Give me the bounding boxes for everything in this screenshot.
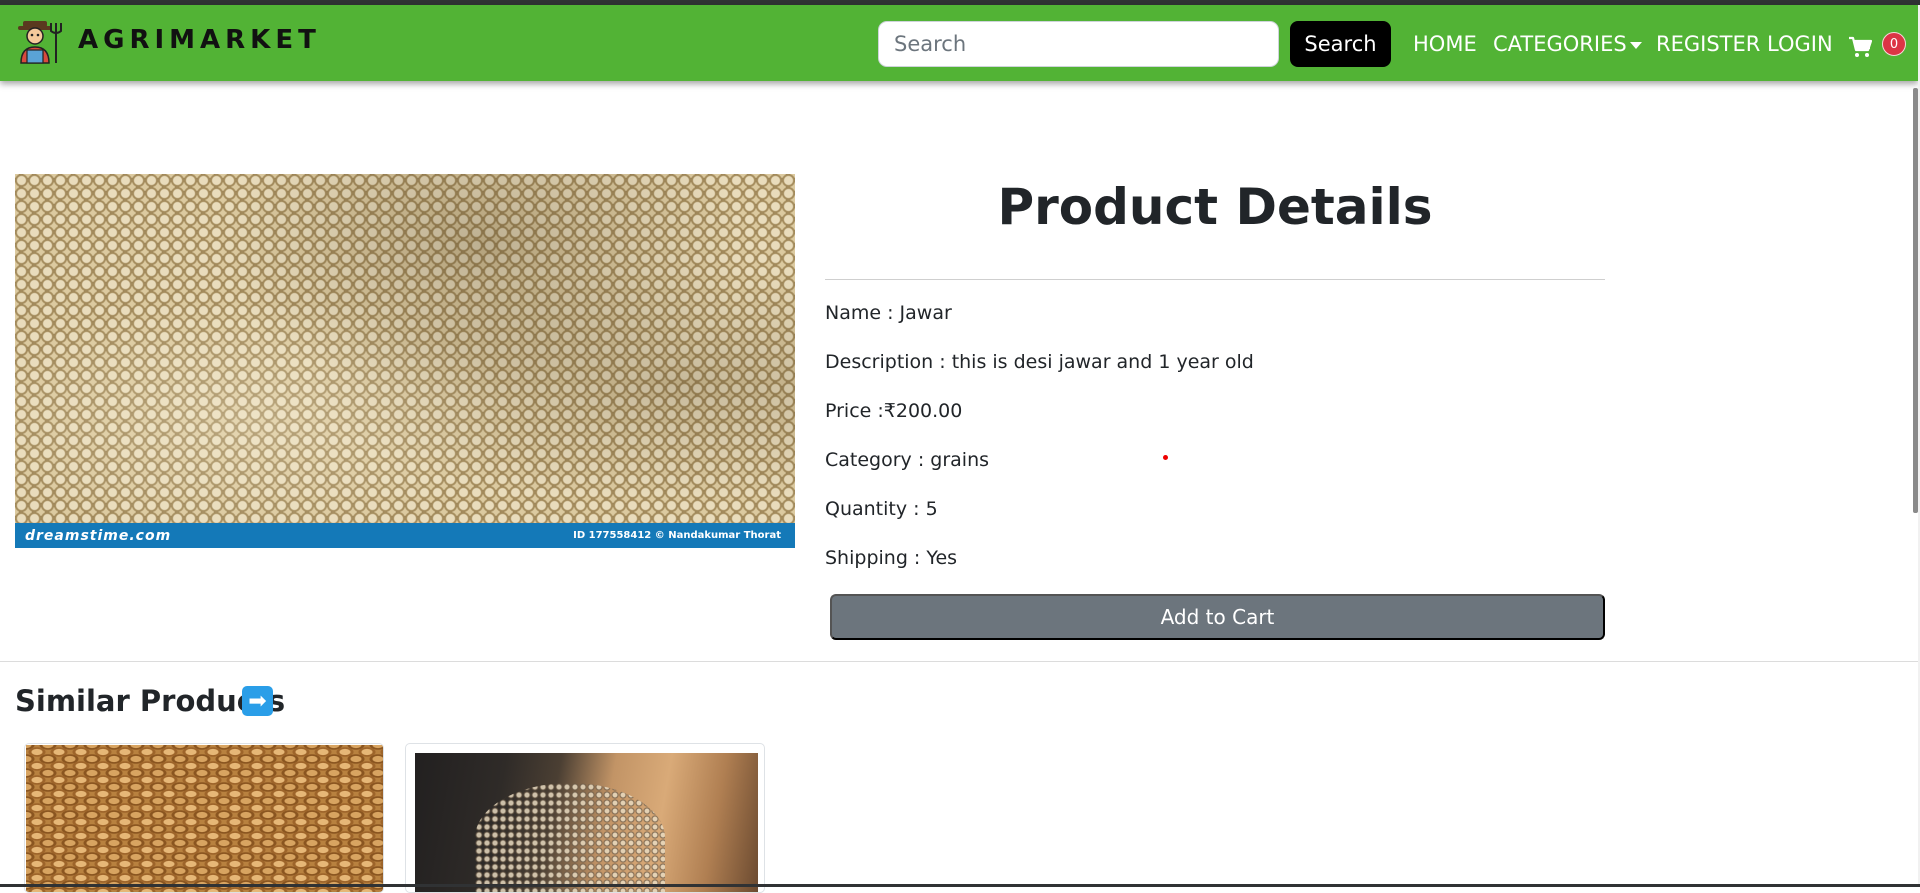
arrow-right-icon: ➡ xyxy=(242,686,273,716)
nav-register[interactable]: REGISTER xyxy=(1656,32,1760,56)
watermark-id: ID 177558412 © Nandakumar Thorat xyxy=(573,530,781,541)
product-name: Name : Jawar xyxy=(825,302,952,324)
product-details-title: Product Details xyxy=(997,178,1433,236)
farmer-logo-icon xyxy=(18,21,62,64)
search-button[interactable]: Search xyxy=(1290,21,1391,67)
brand[interactable]: AGRIMARKET xyxy=(14,15,321,65)
search-input[interactable]: Search xyxy=(878,21,1279,67)
details-divider xyxy=(825,279,1605,280)
chevron-down-icon xyxy=(1629,41,1642,49)
cart-count-badge[interactable]: 0 xyxy=(1882,32,1906,56)
search-placeholder: Search xyxy=(894,32,967,56)
product-category: Category : grains xyxy=(825,449,990,471)
nav-login[interactable]: LOGIN xyxy=(1767,32,1833,56)
section-divider xyxy=(0,661,1918,662)
similar-product-card[interactable] xyxy=(405,743,765,893)
watermark-site: dreamstime.com xyxy=(25,527,172,544)
product-image: dreamstime.com ID 177558412 © Nandakumar… xyxy=(15,174,795,548)
photo-shading xyxy=(15,174,795,523)
product-price: Price :₹200.00 xyxy=(825,400,963,422)
grain-sack-photo xyxy=(415,753,758,892)
cursor-dot xyxy=(1163,455,1168,460)
wheat-photo xyxy=(26,745,383,892)
product-shipping: Shipping : Yes xyxy=(825,547,958,569)
nav-home[interactable]: HOME xyxy=(1413,32,1477,56)
sack-grains-detail xyxy=(475,783,665,892)
add-to-cart-button[interactable]: Add to Cart xyxy=(830,594,1605,640)
image-watermark-bar: dreamstime.com ID 177558412 © Nandakumar… xyxy=(15,523,795,548)
navbar: AGRIMARKET Search Search HOME CATEGORIES… xyxy=(0,5,1918,81)
similar-product-card[interactable] xyxy=(24,743,384,893)
scrollbar-thumb[interactable] xyxy=(1913,88,1918,513)
product-description: Description : this is desi jawar and 1 y… xyxy=(825,351,1254,373)
nav-categories[interactable]: CATEGORIES xyxy=(1493,32,1642,56)
cart-icon[interactable] xyxy=(1848,36,1872,58)
nav-categories-label: CATEGORIES xyxy=(1493,32,1627,56)
brand-name: AGRIMARKET xyxy=(78,25,321,55)
product-quantity: Quantity : 5 xyxy=(825,498,938,520)
